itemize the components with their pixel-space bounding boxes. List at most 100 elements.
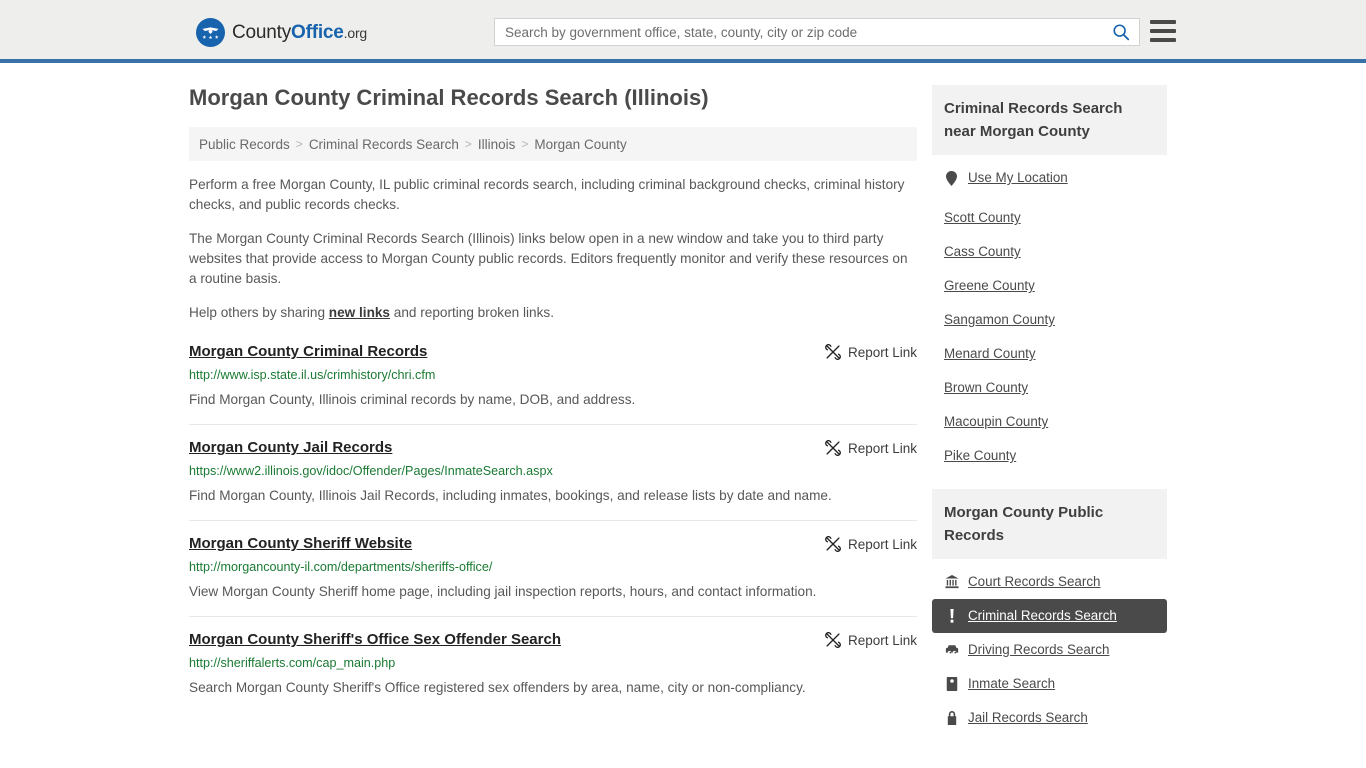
sidebar-record-label: Driving Records Search <box>968 642 1110 657</box>
result-header: Morgan County Jail Records Report Link <box>189 439 917 457</box>
report-link-button[interactable]: Report Link <box>809 343 917 361</box>
breadcrumb-item-criminal-records-search[interactable]: Criminal Records Search <box>309 137 459 152</box>
broken-link-icon <box>825 632 841 649</box>
result-title-link[interactable]: Morgan County Sheriff's Office Sex Offen… <box>189 631 561 649</box>
breadcrumb-separator: > <box>295 137 303 152</box>
broken-link-icon <box>825 440 841 457</box>
intro-text: Perform a free Morgan County, IL public … <box>189 175 917 323</box>
result-item: Morgan County Jail Records Report Link htt… <box>189 424 917 520</box>
sidebar-county-link[interactable]: Cass County <box>932 235 1167 269</box>
list-item: Driving Records Search <box>932 633 1167 667</box>
new-links-link[interactable]: new links <box>329 305 390 320</box>
intro-paragraph-1: Perform a free Morgan County, IL public … <box>189 177 905 213</box>
sidebar-record-label: Criminal Records Search <box>968 608 1117 623</box>
sidebar: Criminal Records Search near Morgan Coun… <box>932 85 1167 751</box>
sidebar-county-link[interactable]: Sangamon County <box>932 303 1167 337</box>
sidebar-record-link[interactable]: Criminal Records Search <box>932 599 1167 633</box>
nearby-records-heading: Criminal Records Search near Morgan Coun… <box>932 85 1167 155</box>
sidebar-county-link[interactable]: Brown County <box>932 371 1167 405</box>
sidebar-record-link[interactable]: Driving Records Search <box>932 633 1167 667</box>
result-title-link[interactable]: Morgan County Criminal Records <box>189 343 427 361</box>
report-link-button[interactable]: Report Link <box>809 535 917 553</box>
eagle-shield-logo-icon <box>196 18 225 47</box>
sidebar-record-label: Inmate Search <box>968 676 1056 691</box>
result-header: Morgan County Criminal Records Report Lin… <box>189 343 917 361</box>
result-item: Morgan County Sheriff Website Report Link… <box>189 520 917 616</box>
search-button[interactable] <box>1103 19 1139 45</box>
public-records-heading: Morgan County Public Records <box>932 489 1167 559</box>
use-my-location-label: Use My Location <box>968 170 1068 185</box>
breadcrumb-item-illinois[interactable]: Illinois <box>478 137 516 152</box>
sidebar-record-label: Court Records Search <box>968 574 1101 589</box>
public-records-list: Court Records Search Criminal Records Sea… <box>932 559 1167 735</box>
hamburger-bar <box>1150 20 1176 24</box>
result-url[interactable]: http://www.isp.state.il.us/crimhistory/c… <box>189 367 917 383</box>
hamburger-bar <box>1150 29 1176 33</box>
list-item: Sangamon County <box>932 303 1167 337</box>
sidebar-record-link[interactable]: Jail Records Search <box>932 701 1167 735</box>
list-item: Court Records Search <box>932 565 1167 599</box>
intro-paragraph-2: The Morgan County Criminal Records Searc… <box>189 231 908 287</box>
list-item: Brown County <box>932 371 1167 405</box>
list-item: Macoupin County <box>932 405 1167 439</box>
list-item: Criminal Records Search <box>932 599 1167 633</box>
list-item: Use My Location <box>932 161 1167 195</box>
result-title-link[interactable]: Morgan County Jail Records <box>189 439 392 457</box>
lock-icon <box>944 711 959 726</box>
result-header: Morgan County Sheriff's Office Sex Offen… <box>189 631 917 649</box>
breadcrumb-item-public-records[interactable]: Public Records <box>199 137 290 152</box>
result-description: Find Morgan County, Illinois criminal re… <box>189 392 636 408</box>
map-pin-icon <box>944 170 959 186</box>
sidebar-record-label: Jail Records Search <box>968 710 1088 725</box>
nearby-counties-list: Use My Location <box>932 155 1167 195</box>
sidebar-county-link[interactable]: Macoupin County <box>932 405 1167 439</box>
public-records-box: Morgan County Public Records Court Recor… <box>932 489 1167 735</box>
sidebar-county-link[interactable]: Greene County <box>932 269 1167 303</box>
sidebar-record-link[interactable]: Court Records Search <box>932 565 1167 599</box>
search-input[interactable] <box>495 19 1103 45</box>
result-item: Morgan County Sheriff's Office Sex Offen… <box>189 616 917 712</box>
result-header: Morgan County Sheriff Website Report Link <box>189 535 917 553</box>
results-list: Morgan County Criminal Records Report Lin… <box>189 337 917 712</box>
sidebar-county-link[interactable]: Menard County <box>932 337 1167 371</box>
intro-p3-after: and reporting broken links. <box>390 305 554 321</box>
broken-link-icon <box>825 536 841 553</box>
result-url[interactable]: http://sheriffalerts.com/cap_main.php <box>189 655 917 671</box>
search-bar[interactable] <box>494 18 1140 46</box>
result-url[interactable]: http://morgancounty-il.com/departments/s… <box>189 559 917 575</box>
result-url[interactable]: https://www2.illinois.gov/idoc/Offender/… <box>189 463 917 479</box>
sidebar-county-link[interactable]: Scott County <box>932 201 1167 235</box>
counties-list: Scott County Cass County Greene County Sang… <box>932 195 1167 473</box>
list-item: Jail Records Search <box>932 701 1167 735</box>
report-link-label: Report Link <box>847 536 917 552</box>
report-link-button[interactable]: Report Link <box>809 439 917 457</box>
result-item: Morgan County Criminal Records Report Lin… <box>189 337 917 424</box>
intro-p3-before: Help others by sharing <box>189 305 329 321</box>
list-item: Cass County <box>932 235 1167 269</box>
sidebar-county-link[interactable]: Pike County <box>932 439 1167 473</box>
page-title: Morgan County Criminal Records Search (I… <box>189 85 709 110</box>
result-title-link[interactable]: Morgan County Sheriff Website <box>189 535 412 553</box>
site-logo[interactable]: CountyOffice.org <box>196 18 367 47</box>
hamburger-bar <box>1150 38 1176 42</box>
result-description: Search Morgan County Sheriff's Office re… <box>189 680 806 696</box>
site-logo-text: CountyOffice.org <box>232 22 367 44</box>
list-item: Scott County <box>932 201 1167 235</box>
breadcrumb: Public Records > Criminal Records Search… <box>189 127 917 162</box>
report-link-label: Report Link <box>847 344 917 360</box>
use-my-location-link[interactable]: Use My Location <box>932 161 1167 195</box>
car-icon <box>944 643 959 658</box>
intro-paragraph-3: Help others by sharing new links and rep… <box>189 303 917 323</box>
page-body: Morgan County Criminal Records Search (I… <box>0 63 1366 751</box>
site-header: CountyOffice.org <box>0 0 1366 63</box>
breadcrumb-item-morgan-county[interactable]: Morgan County <box>534 137 626 152</box>
courthouse-icon <box>944 575 959 590</box>
list-item: Pike County <box>932 439 1167 473</box>
hamburger-menu-icon[interactable] <box>1150 20 1176 42</box>
nearby-records-box: Criminal Records Search near Morgan Coun… <box>932 85 1167 473</box>
list-item: Greene County <box>932 269 1167 303</box>
report-link-button[interactable]: Report Link <box>809 631 917 649</box>
sidebar-record-link[interactable]: Inmate Search <box>932 667 1167 701</box>
list-item: Menard County <box>932 337 1167 371</box>
logo-text-dotorg: .org <box>343 24 368 41</box>
